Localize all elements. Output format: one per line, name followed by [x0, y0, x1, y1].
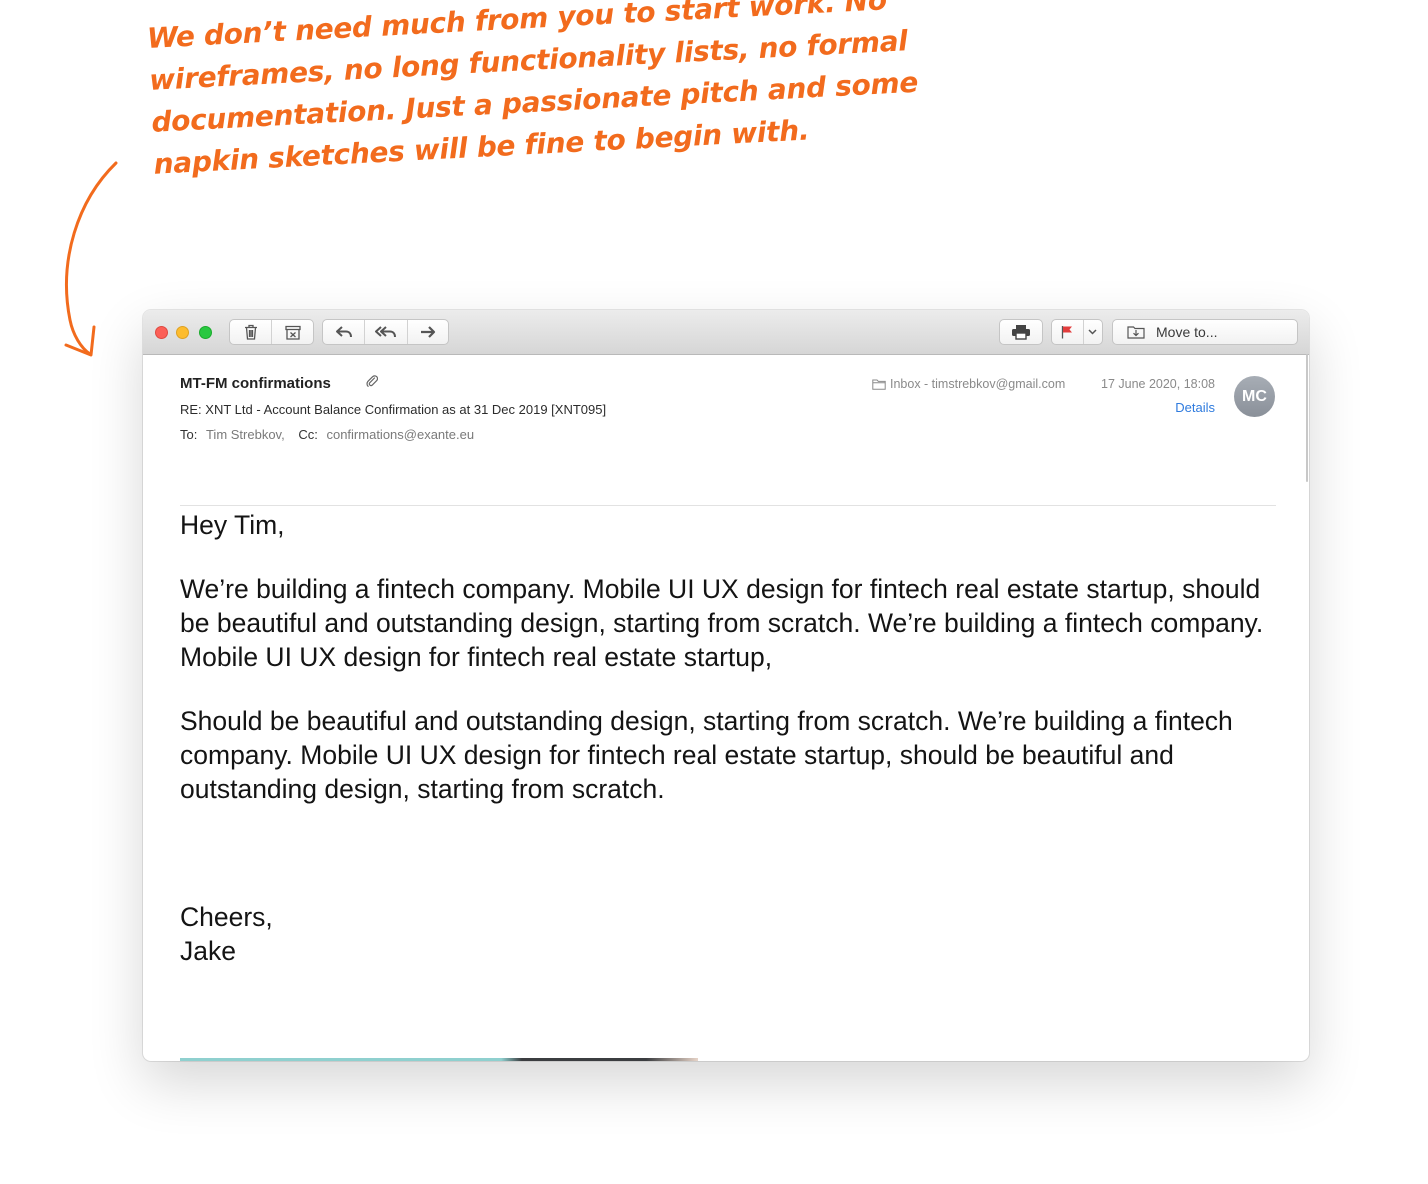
subject-line: RE: XNT Ltd - Account Balance Confirmati… — [180, 402, 607, 417]
toolbar: Move to... — [143, 310, 1309, 355]
mail-window: Move to... MT-FM confirmations RE: XNT L… — [143, 310, 1309, 1061]
flag-menu-button[interactable] — [1082, 320, 1102, 344]
folder-icon — [872, 379, 886, 390]
delete-archive-group — [229, 319, 314, 345]
body-paragraph-2: Should be beautiful and outstanding desi… — [180, 706, 1233, 804]
reply-button[interactable] — [323, 320, 364, 344]
signature-block: Cheers, Jake — [180, 900, 273, 968]
sender-name: MT-FM confirmations — [180, 375, 331, 392]
print-icon — [1012, 325, 1030, 340]
minimize-window-button[interactable] — [176, 326, 189, 339]
signature: Jake — [180, 936, 236, 966]
trash-icon — [244, 324, 257, 340]
body-paragraph-1: We’re building a fintech company. Mobile… — [180, 574, 1264, 672]
message-date: 17 June 2020, 18:08 — [1101, 377, 1215, 391]
cc-label: Cc: — [298, 427, 318, 442]
recipients-line: To: Tim Strebkov, Cc: confirmations@exan… — [180, 427, 474, 442]
mailbox-location: Inbox - timstrebkov@gmail.com — [872, 377, 1065, 391]
mailbox-label: Inbox - timstrebkov@gmail.com — [890, 377, 1066, 391]
cc-recipient[interactable]: confirmations@exante.eu — [326, 427, 474, 442]
attachment-preview-strip — [180, 1058, 698, 1061]
to-recipient[interactable]: Tim Strebkov, — [206, 427, 285, 442]
flag-group — [1051, 319, 1103, 345]
forward-button[interactable] — [406, 320, 448, 344]
flag-icon — [1062, 326, 1073, 339]
to-label: To: — [180, 427, 198, 442]
header-divider — [180, 505, 1276, 506]
print-button[interactable] — [1000, 320, 1042, 344]
handwritten-annotation: We don’t need much from you to start wor… — [146, 0, 919, 181]
greeting: Hey Tim, — [180, 510, 285, 540]
delete-button[interactable] — [230, 320, 271, 344]
forward-icon — [420, 326, 435, 338]
move-to-label: Move to... — [1156, 324, 1218, 340]
chevron-down-icon — [1088, 329, 1097, 335]
avatar: MC — [1234, 376, 1275, 417]
message-header: MT-FM confirmations RE: XNT Ltd - Accoun… — [143, 354, 1309, 506]
reply-group — [322, 319, 449, 345]
archive-button[interactable] — [271, 320, 313, 344]
reply-all-icon — [374, 326, 396, 338]
closing: Cheers, — [180, 902, 273, 932]
archive-icon — [284, 325, 301, 340]
close-window-button[interactable] — [155, 326, 168, 339]
attachment-icon[interactable] — [366, 374, 378, 388]
print-group — [999, 319, 1043, 345]
move-icon — [1127, 326, 1145, 339]
reply-all-button[interactable] — [364, 320, 406, 344]
curved-arrow-icon — [64, 161, 118, 357]
move-to-button[interactable]: Move to... — [1112, 319, 1298, 345]
message-body: Hey Tim, We’re building a fintech compan… — [180, 508, 1280, 836]
reply-icon — [335, 326, 352, 338]
zoom-window-button[interactable] — [199, 326, 212, 339]
scrollbar[interactable] — [1306, 354, 1308, 482]
flag-button[interactable] — [1052, 320, 1083, 344]
details-link[interactable]: Details — [1175, 400, 1215, 415]
